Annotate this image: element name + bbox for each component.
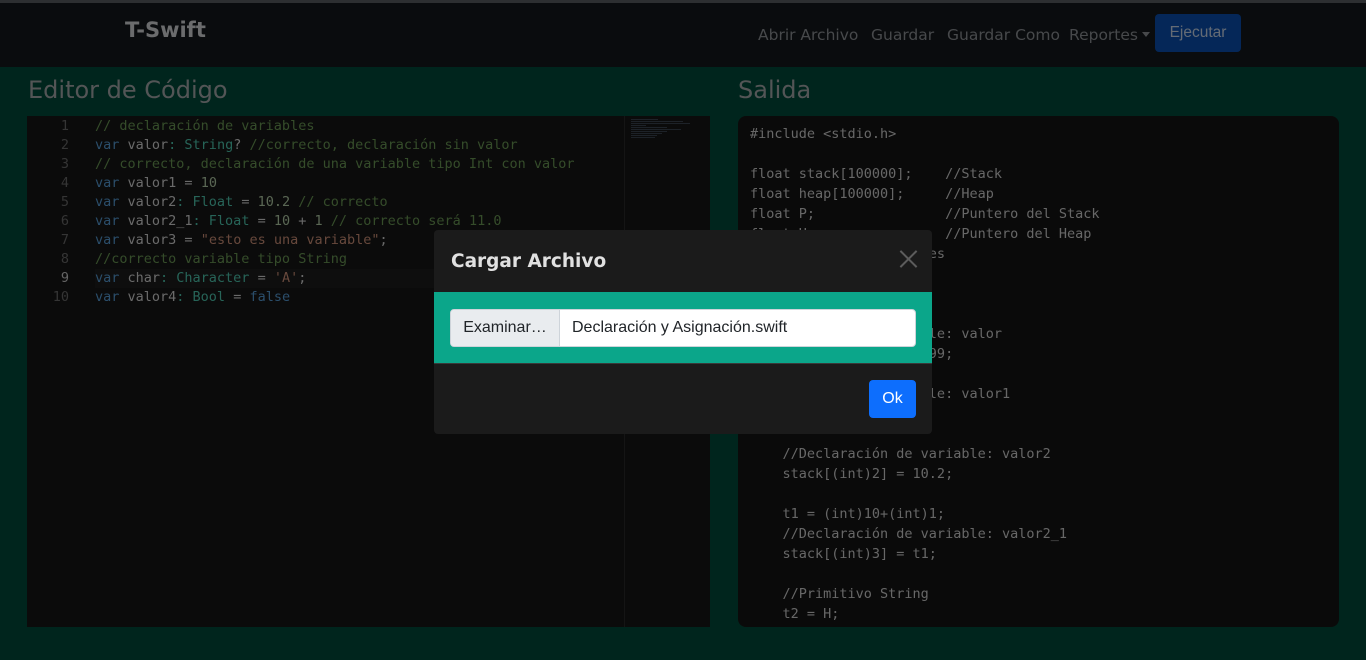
browse-button[interactable]: Examinar… <box>451 310 560 346</box>
modal-title: Cargar Archivo <box>451 251 607 272</box>
modal-header: Cargar Archivo <box>434 230 932 292</box>
selected-file-name: Declaración y Asignación.swift <box>572 319 788 336</box>
file-input[interactable]: Examinar… Declaración y Asignación.swift <box>450 309 916 347</box>
modal-body: Examinar… Declaración y Asignación.swift <box>434 292 932 364</box>
ok-button[interactable]: Ok <box>869 380 916 418</box>
close-icon[interactable] <box>899 250 917 268</box>
load-file-modal: Cargar Archivo Examinar… Declaración y A… <box>434 230 932 434</box>
